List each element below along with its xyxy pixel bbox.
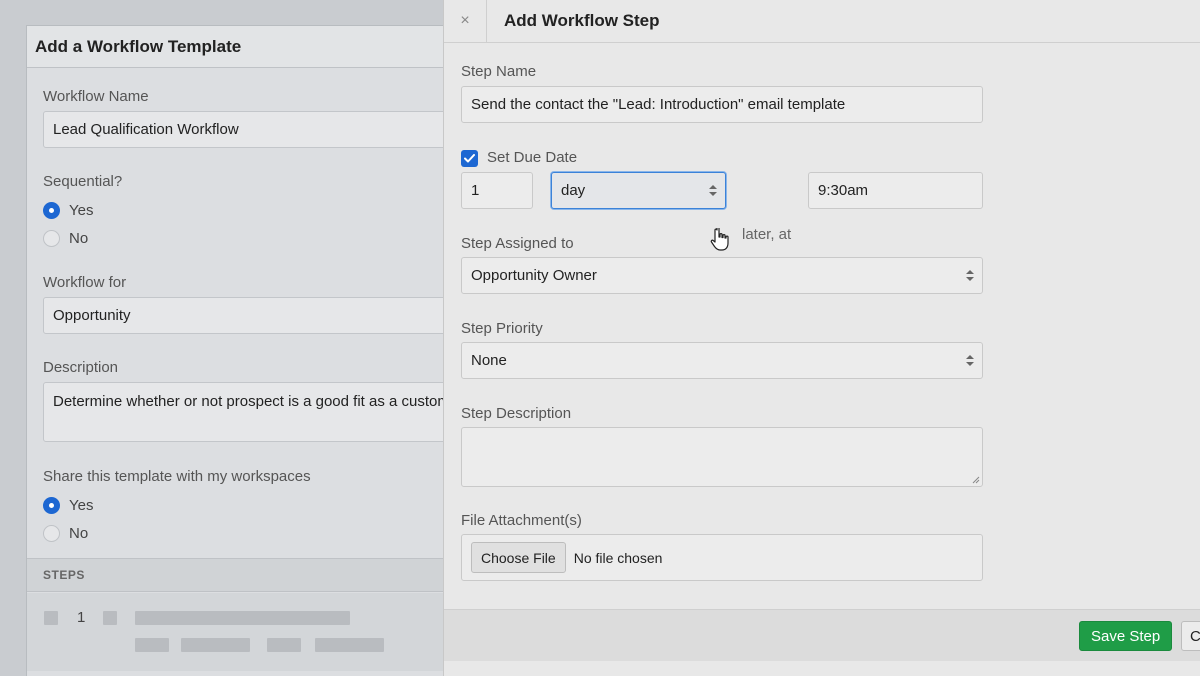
save-step-button[interactable]: Save Step bbox=[1079, 621, 1173, 651]
close-button[interactable]: × bbox=[444, 0, 487, 43]
workflow-name-label: Workflow Name bbox=[43, 88, 149, 105]
due-unit-value: day bbox=[561, 182, 586, 199]
later-at-text: later, at bbox=[742, 226, 792, 243]
close-icon[interactable]: × bbox=[460, 12, 469, 30]
step-priority-select[interactable]: None bbox=[461, 342, 983, 379]
step-title-placeholder bbox=[135, 611, 350, 625]
step-priority-value: None bbox=[471, 352, 507, 369]
sequential-no-label: No bbox=[69, 229, 89, 247]
step-row[interactable]: 1 bbox=[27, 593, 465, 671]
hand-pointer-icon bbox=[710, 228, 729, 251]
step-meta-placeholder bbox=[315, 638, 384, 652]
set-due-date-label: Set Due Date bbox=[487, 149, 578, 166]
workflow-name-input[interactable]: Lead Qualification Workflow bbox=[43, 111, 465, 148]
panel-title: Add a Workflow Template bbox=[27, 26, 465, 68]
radio-unselected-icon[interactable] bbox=[43, 229, 60, 247]
description-label: Description bbox=[43, 359, 119, 376]
sequential-no-option[interactable]: No bbox=[43, 224, 449, 252]
description-textarea[interactable]: Determine whether or not prospect is a g… bbox=[43, 382, 465, 442]
step-meta-placeholder bbox=[267, 638, 301, 652]
step-name-label: Step Name bbox=[461, 63, 537, 80]
assigned-to-value: Opportunity Owner bbox=[471, 267, 597, 284]
due-amount-input[interactable]: 1 bbox=[461, 172, 533, 209]
drag-handle-icon[interactable] bbox=[44, 611, 58, 625]
step-description-label: Step Description bbox=[461, 405, 572, 422]
modal-bottom bbox=[444, 661, 1200, 676]
workflow-for-label: Workflow for bbox=[43, 274, 127, 291]
file-attachments-label: File Attachment(s) bbox=[461, 512, 582, 529]
add-workflow-step-modal: × Add Workflow Step Step Name Send the c… bbox=[443, 0, 1200, 676]
modal-header: × Add Workflow Step bbox=[444, 0, 1200, 43]
share-label: Share this template with my workspaces bbox=[43, 468, 311, 485]
sequential-label: Sequential? bbox=[43, 173, 123, 190]
step-description-textarea[interactable] bbox=[461, 427, 983, 487]
share-yes-option[interactable]: Yes bbox=[43, 491, 449, 519]
file-attachment-field: Choose File No file chosen bbox=[461, 534, 983, 581]
workflow-for-select[interactable]: Opportunity bbox=[43, 297, 465, 334]
steps-header: STEPS bbox=[27, 558, 465, 592]
choose-file-button[interactable]: Choose File bbox=[471, 542, 566, 573]
due-time-input[interactable]: 9:30am bbox=[808, 172, 983, 209]
cancel-button[interactable]: Cancel bbox=[1181, 621, 1200, 651]
step-name-input[interactable]: Send the contact the "Lead: Introduction… bbox=[461, 86, 983, 123]
sequential-yes-label: Yes bbox=[69, 201, 94, 219]
check-icon bbox=[464, 154, 475, 163]
assigned-to-label: Step Assigned to bbox=[461, 235, 574, 252]
radio-selected-icon[interactable] bbox=[43, 496, 60, 514]
due-unit-select[interactable]: day bbox=[551, 172, 726, 209]
modal-footer: Save Step Cancel bbox=[444, 609, 1200, 661]
step-meta-placeholder bbox=[135, 638, 169, 652]
file-status-text: No file chosen bbox=[573, 549, 663, 566]
resize-grip-icon[interactable] bbox=[972, 476, 980, 484]
workflow-template-panel: Add a Workflow Template Workflow Name Le… bbox=[26, 25, 466, 676]
modal-title: Add Workflow Step bbox=[504, 11, 660, 30]
sequential-yes-option[interactable]: Yes bbox=[43, 196, 449, 224]
step-checkbox-icon[interactable] bbox=[103, 611, 117, 625]
radio-selected-icon[interactable] bbox=[43, 201, 60, 219]
step-number: 1 bbox=[77, 609, 86, 626]
share-no-label: No bbox=[69, 524, 89, 542]
share-no-option[interactable]: No bbox=[43, 519, 449, 547]
set-due-date-checkbox[interactable] bbox=[461, 150, 478, 167]
assigned-to-select[interactable]: Opportunity Owner bbox=[461, 257, 983, 294]
step-priority-label: Step Priority bbox=[461, 320, 543, 337]
step-meta-placeholder bbox=[181, 638, 250, 652]
share-yes-label: Yes bbox=[69, 496, 94, 514]
radio-unselected-icon[interactable] bbox=[43, 524, 60, 542]
